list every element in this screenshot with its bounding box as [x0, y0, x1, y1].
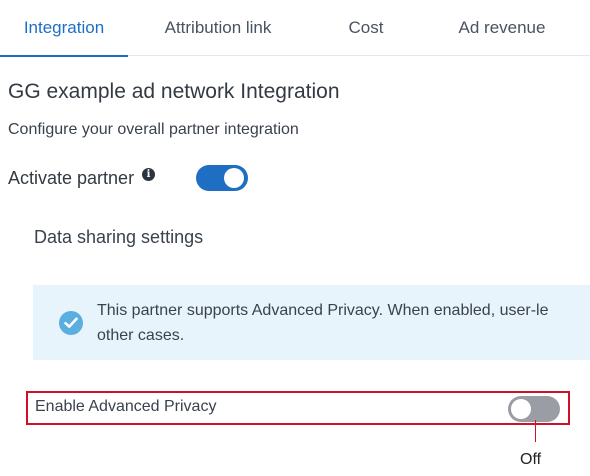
- check-circle-icon: [59, 311, 83, 335]
- notice-text-line-2: other cases.: [97, 327, 185, 344]
- tab-cost[interactable]: Cost: [330, 0, 402, 56]
- notice-text-line-1: This partner supports Advanced Privacy. …: [97, 302, 549, 319]
- callout-line: [535, 420, 536, 442]
- toggle-knob: [224, 168, 244, 188]
- page-title: GG example ad network Integration: [8, 80, 340, 103]
- enable-advanced-privacy-row: Enable Advanced Privacy: [26, 391, 570, 425]
- enable-advanced-privacy-label: Enable Advanced Privacy: [35, 398, 217, 415]
- activate-partner-label: Activate partner: [8, 167, 135, 188]
- activate-partner-toggle[interactable]: [196, 165, 248, 191]
- page-subtitle: Configure your overall partner integrati…: [8, 121, 299, 138]
- toggle-knob: [511, 399, 531, 419]
- callout-label: Off: [520, 451, 542, 468]
- tab-bar: Integration Attribution link Cost Ad rev…: [0, 0, 590, 57]
- tab-integration[interactable]: Integration: [0, 0, 128, 57]
- activate-partner-row: Activate partner i: [8, 164, 156, 192]
- enable-advanced-privacy-toggle[interactable]: [508, 396, 560, 422]
- data-sharing-settings-title: Data sharing settings: [34, 227, 204, 247]
- tab-attribution-link[interactable]: Attribution link: [146, 0, 290, 56]
- info-icon[interactable]: i: [142, 167, 156, 181]
- advanced-privacy-notice: This partner supports Advanced Privacy. …: [33, 285, 590, 360]
- notice-text: This partner supports Advanced Privacy. …: [97, 298, 549, 348]
- tab-ad-revenue[interactable]: Ad revenue: [446, 0, 558, 56]
